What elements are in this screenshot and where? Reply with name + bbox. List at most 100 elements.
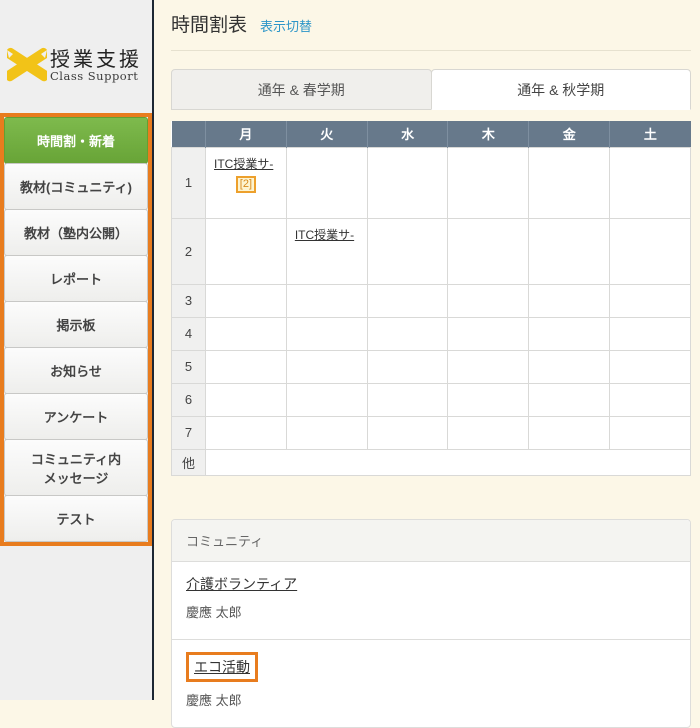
timetable-row-7: 7 — [172, 416, 691, 449]
community-link-eco[interactable]: エコ活動 — [186, 652, 258, 682]
timetable: 月 火 水 木 金 土 1 ITC授業サ- [2] — [171, 121, 691, 476]
lesson-link[interactable]: ITC授業サ- — [214, 155, 277, 174]
timetable-cell — [367, 317, 448, 350]
sidebar-item-test[interactable]: テスト — [4, 495, 148, 542]
period-label: 5 — [172, 350, 206, 383]
timetable-cell — [529, 218, 610, 284]
sidebar-item-board[interactable]: 掲示板 — [4, 301, 148, 348]
community-card-title: コミュニティ — [172, 520, 690, 562]
timetable-cell — [206, 416, 287, 449]
timetable-cell-other — [206, 449, 691, 475]
timetable-row-3: 3 — [172, 284, 691, 317]
page-header: 時間割表 表示切替 — [171, 0, 691, 37]
timetable-cell — [286, 317, 367, 350]
new-count-badge[interactable]: [2] — [236, 176, 256, 193]
timetable-corner-cell — [172, 121, 206, 147]
period-label: 2 — [172, 218, 206, 284]
logo-title: 授業支援 — [50, 48, 142, 70]
timetable-row-5: 5 — [172, 350, 691, 383]
header-divider — [171, 50, 691, 51]
timetable-cell — [367, 218, 448, 284]
sidebar-menu: 時間割・新着 教材(コミュニティ) 教材（塾内公開） レポート 掲示板 お知らせ… — [0, 113, 152, 546]
page-title: 時間割表 — [171, 10, 247, 37]
timetable-cell — [529, 350, 610, 383]
timetable-cell — [286, 350, 367, 383]
community-card: コミュニティ 介護ボランティア 慶應 太郎 エコ活動 慶應 太郎 — [171, 519, 691, 728]
timetable-cell — [367, 383, 448, 416]
timetable-cell — [286, 383, 367, 416]
community-entry: エコ活動 慶應 太郎 — [172, 639, 690, 727]
timetable-cell — [529, 317, 610, 350]
timetable-cell — [448, 147, 529, 218]
timetable-cell — [206, 383, 287, 416]
timetable-cell — [286, 284, 367, 317]
timetable-cell — [448, 416, 529, 449]
timetable-cell — [529, 383, 610, 416]
crossed-crayons-logo-icon — [7, 44, 47, 86]
timetable-row-6: 6 — [172, 383, 691, 416]
timetable-cell — [448, 350, 529, 383]
timetable-cell — [610, 284, 691, 317]
lesson-link[interactable]: ITC授業サ- — [295, 226, 358, 245]
community-owner: 慶應 太郎 — [186, 602, 676, 621]
period-label: 1 — [172, 147, 206, 218]
timetable-cell — [610, 350, 691, 383]
timetable-cell — [448, 317, 529, 350]
timetable-cell — [448, 284, 529, 317]
timetable-row-other: 他 — [172, 449, 691, 475]
timetable-cell — [529, 416, 610, 449]
timetable-cell — [610, 317, 691, 350]
timetable-cell — [529, 147, 610, 218]
timetable-cell: ITC授業サ- — [286, 218, 367, 284]
sidebar-item-timetable-new[interactable]: 時間割・新着 — [4, 117, 148, 164]
timetable-cell — [610, 416, 691, 449]
badge-wrap: [2] — [214, 175, 278, 193]
view-toggle-link[interactable]: 表示切替 — [260, 16, 312, 35]
day-header-wed: 水 — [367, 121, 448, 147]
timetable-row-4: 4 — [172, 317, 691, 350]
day-header-thu: 木 — [448, 121, 529, 147]
main-content: 時間割表 表示切替 通年 & 春学期 通年 & 秋学期 月 火 水 木 金 土 … — [156, 0, 700, 700]
timetable-cell — [367, 284, 448, 317]
timetable-cell: ITC授業サ- [2] — [206, 147, 287, 218]
sidebar-item-notice[interactable]: お知らせ — [4, 347, 148, 394]
sidebar: 授業支援 Class Support 時間割・新着 教材(コミュニティ) 教材（… — [0, 0, 154, 700]
timetable-cell — [529, 284, 610, 317]
timetable-cell — [286, 147, 367, 218]
timetable-cell — [448, 218, 529, 284]
period-label: 6 — [172, 383, 206, 416]
tab-fall-semester[interactable]: 通年 & 秋学期 — [431, 69, 692, 110]
semester-tabs: 通年 & 春学期 通年 & 秋学期 — [171, 69, 691, 110]
sidebar-item-report[interactable]: レポート — [4, 255, 148, 302]
community-owner: 慶應 太郎 — [186, 690, 676, 709]
timetable-cell — [206, 284, 287, 317]
timetable-cell — [367, 147, 448, 218]
timetable-cell — [367, 416, 448, 449]
tab-spring-semester[interactable]: 通年 & 春学期 — [171, 69, 432, 110]
timetable-cell — [610, 383, 691, 416]
timetable-cell — [206, 218, 287, 284]
timetable-cell — [286, 416, 367, 449]
timetable-cell — [448, 383, 529, 416]
timetable-cell — [206, 317, 287, 350]
timetable-cell — [610, 218, 691, 284]
timetable-cell — [367, 350, 448, 383]
timetable-cell — [610, 147, 691, 218]
period-label: 他 — [172, 449, 206, 475]
timetable-header-row: 月 火 水 木 金 土 — [172, 121, 691, 147]
day-header-fri: 金 — [529, 121, 610, 147]
day-header-tue: 火 — [286, 121, 367, 147]
community-entry: 介護ボランティア 慶應 太郎 — [172, 562, 690, 639]
sidebar-item-community-message[interactable]: コミュニティ内 メッセージ — [4, 439, 148, 496]
sidebar-item-survey[interactable]: アンケート — [4, 393, 148, 440]
day-header-mon: 月 — [206, 121, 287, 147]
sidebar-item-materials-school[interactable]: 教材（塾内公開） — [4, 209, 148, 256]
sidebar-item-materials-community[interactable]: 教材(コミュニティ) — [4, 163, 148, 210]
period-label: 7 — [172, 416, 206, 449]
logo-subtitle: Class Support — [50, 70, 142, 83]
app-logo: 授業支援 Class Support — [7, 44, 151, 86]
period-label: 4 — [172, 317, 206, 350]
timetable-row-1: 1 ITC授業サ- [2] — [172, 147, 691, 218]
community-link-kaigo[interactable]: 介護ボランティア — [186, 576, 297, 592]
timetable-cell — [206, 350, 287, 383]
